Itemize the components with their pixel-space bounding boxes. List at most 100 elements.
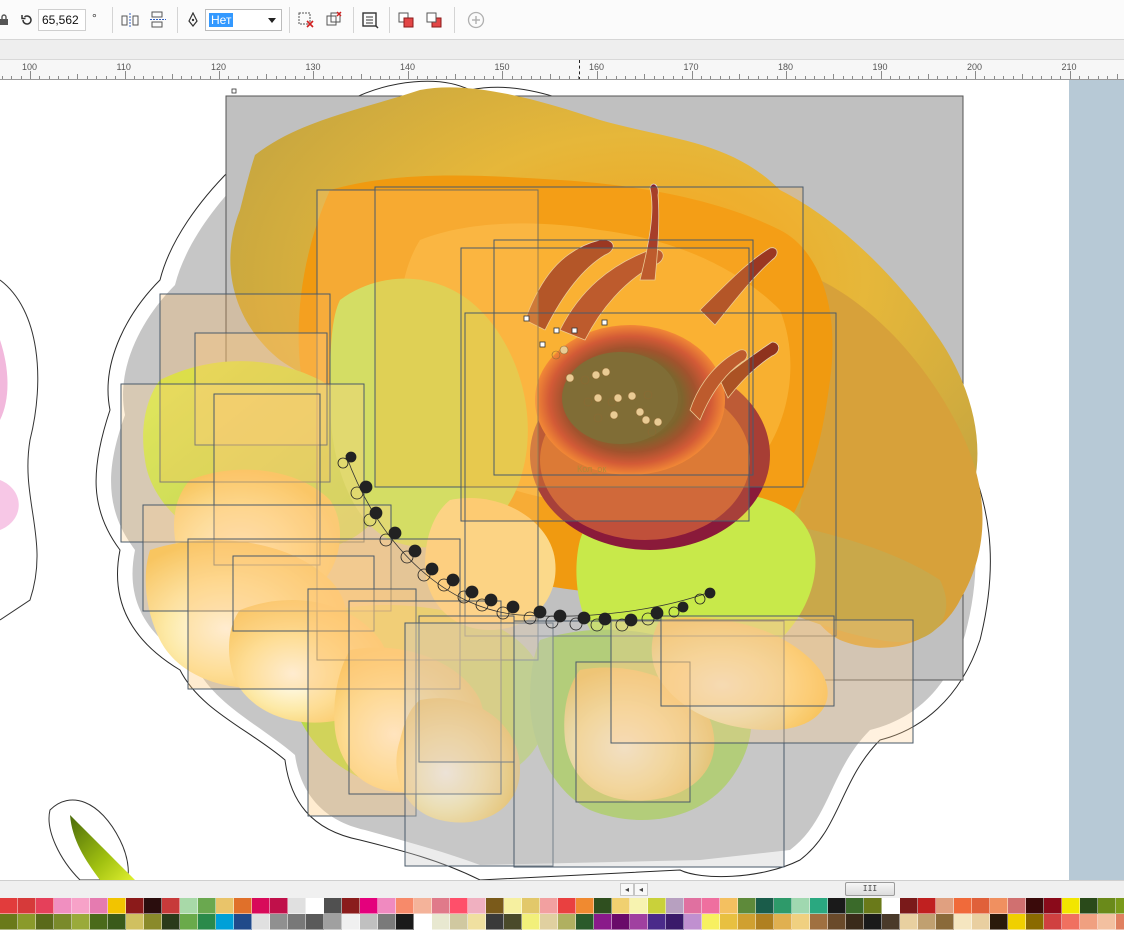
- color-swatch[interactable]: [936, 914, 954, 930]
- color-swatch[interactable]: [306, 898, 324, 914]
- artwork[interactable]: Кол_ок: [0, 80, 1069, 880]
- color-swatch[interactable]: [72, 898, 90, 914]
- color-swatch[interactable]: [324, 898, 342, 914]
- color-swatch[interactable]: [1008, 914, 1026, 930]
- mirror-vertical-icon[interactable]: [148, 10, 168, 30]
- horizontal-scrollbar[interactable]: ◂ ◂ III: [0, 880, 1124, 898]
- color-swatch[interactable]: [378, 914, 396, 930]
- scrollbar-thumb[interactable]: III: [845, 882, 895, 896]
- color-swatch[interactable]: [504, 914, 522, 930]
- color-swatch[interactable]: [216, 914, 234, 930]
- color-swatch[interactable]: [1026, 914, 1044, 930]
- color-swatch[interactable]: [558, 914, 576, 930]
- color-swatch[interactable]: [1098, 898, 1116, 914]
- color-swatch[interactable]: [54, 914, 72, 930]
- color-swatch[interactable]: [468, 914, 486, 930]
- color-swatch[interactable]: [180, 898, 198, 914]
- color-swatch[interactable]: [576, 898, 594, 914]
- color-swatch[interactable]: [954, 898, 972, 914]
- color-swatch[interactable]: [1116, 898, 1124, 914]
- color-swatch[interactable]: [432, 898, 450, 914]
- color-swatch[interactable]: [378, 898, 396, 914]
- color-swatch[interactable]: [252, 898, 270, 914]
- color-swatch[interactable]: [612, 898, 630, 914]
- to-front-icon[interactable]: [396, 10, 416, 30]
- horizontal-ruler[interactable]: 100 110 120 130 140 150 160 170 180 190 200 210: [0, 60, 1124, 80]
- color-swatch[interactable]: [234, 914, 252, 930]
- color-swatch[interactable]: [288, 914, 306, 930]
- color-swatch[interactable]: [594, 914, 612, 930]
- color-swatch[interactable]: [360, 914, 378, 930]
- color-swatch[interactable]: [576, 914, 594, 930]
- color-swatch[interactable]: [54, 898, 72, 914]
- color-swatch[interactable]: [720, 914, 738, 930]
- mirror-horizontal-icon[interactable]: [120, 10, 140, 30]
- color-swatch[interactable]: [468, 898, 486, 914]
- color-swatch[interactable]: [486, 898, 504, 914]
- color-swatch[interactable]: [180, 914, 198, 930]
- color-swatch[interactable]: [450, 898, 468, 914]
- color-swatch[interactable]: [1044, 914, 1062, 930]
- color-swatch[interactable]: [756, 914, 774, 930]
- color-swatch[interactable]: [990, 898, 1008, 914]
- color-swatch[interactable]: [324, 914, 342, 930]
- color-swatch[interactable]: [270, 914, 288, 930]
- color-swatch[interactable]: [1098, 914, 1116, 930]
- color-swatch[interactable]: [504, 898, 522, 914]
- color-swatch[interactable]: [918, 914, 936, 930]
- color-swatch[interactable]: [18, 898, 36, 914]
- color-swatch[interactable]: [594, 898, 612, 914]
- color-swatch[interactable]: [558, 898, 576, 914]
- weld-icon[interactable]: [324, 10, 344, 30]
- color-swatch[interactable]: [1044, 898, 1062, 914]
- color-swatch[interactable]: [288, 898, 306, 914]
- color-swatch[interactable]: [414, 914, 432, 930]
- color-swatch[interactable]: [90, 898, 108, 914]
- color-swatch[interactable]: [1080, 898, 1098, 914]
- add-icon[interactable]: [466, 10, 486, 30]
- outline-width-select[interactable]: Нет: [205, 9, 282, 31]
- color-swatch[interactable]: [810, 914, 828, 930]
- color-swatch[interactable]: [774, 914, 792, 930]
- color-swatch[interactable]: [396, 914, 414, 930]
- color-swatch[interactable]: [936, 898, 954, 914]
- to-back-icon[interactable]: [424, 10, 444, 30]
- color-swatch[interactable]: [900, 914, 918, 930]
- color-swatch[interactable]: [360, 898, 378, 914]
- color-swatch[interactable]: [882, 898, 900, 914]
- color-swatch[interactable]: [432, 914, 450, 930]
- color-swatch[interactable]: [216, 898, 234, 914]
- color-swatch[interactable]: [702, 914, 720, 930]
- color-swatch[interactable]: [0, 914, 18, 930]
- rotation-angle-input[interactable]: [38, 9, 86, 31]
- color-swatch[interactable]: [486, 914, 504, 930]
- color-swatch[interactable]: [0, 898, 18, 914]
- color-swatch[interactable]: [954, 914, 972, 930]
- color-swatch[interactable]: [738, 898, 756, 914]
- color-swatch[interactable]: [702, 898, 720, 914]
- color-swatch[interactable]: [792, 898, 810, 914]
- color-swatch[interactable]: [666, 898, 684, 914]
- color-swatch[interactable]: [1062, 898, 1080, 914]
- color-swatch[interactable]: [90, 914, 108, 930]
- color-swatch[interactable]: [846, 914, 864, 930]
- color-swatch[interactable]: [396, 898, 414, 914]
- color-swatch[interactable]: [828, 898, 846, 914]
- lock-ratio-icon[interactable]: [0, 10, 14, 30]
- color-swatch[interactable]: [810, 898, 828, 914]
- color-swatch[interactable]: [108, 914, 126, 930]
- color-swatch[interactable]: [630, 898, 648, 914]
- color-swatch[interactable]: [864, 898, 882, 914]
- color-swatch[interactable]: [270, 898, 288, 914]
- color-swatch[interactable]: [522, 914, 540, 930]
- color-swatch[interactable]: [900, 898, 918, 914]
- color-swatch[interactable]: [414, 898, 432, 914]
- color-swatch[interactable]: [36, 898, 54, 914]
- color-swatch[interactable]: [162, 914, 180, 930]
- color-swatch[interactable]: [918, 898, 936, 914]
- color-swatch[interactable]: [828, 914, 846, 930]
- color-swatch[interactable]: [1008, 898, 1026, 914]
- trim-icon[interactable]: [296, 10, 316, 30]
- color-swatch[interactable]: [198, 914, 216, 930]
- color-swatch[interactable]: [612, 914, 630, 930]
